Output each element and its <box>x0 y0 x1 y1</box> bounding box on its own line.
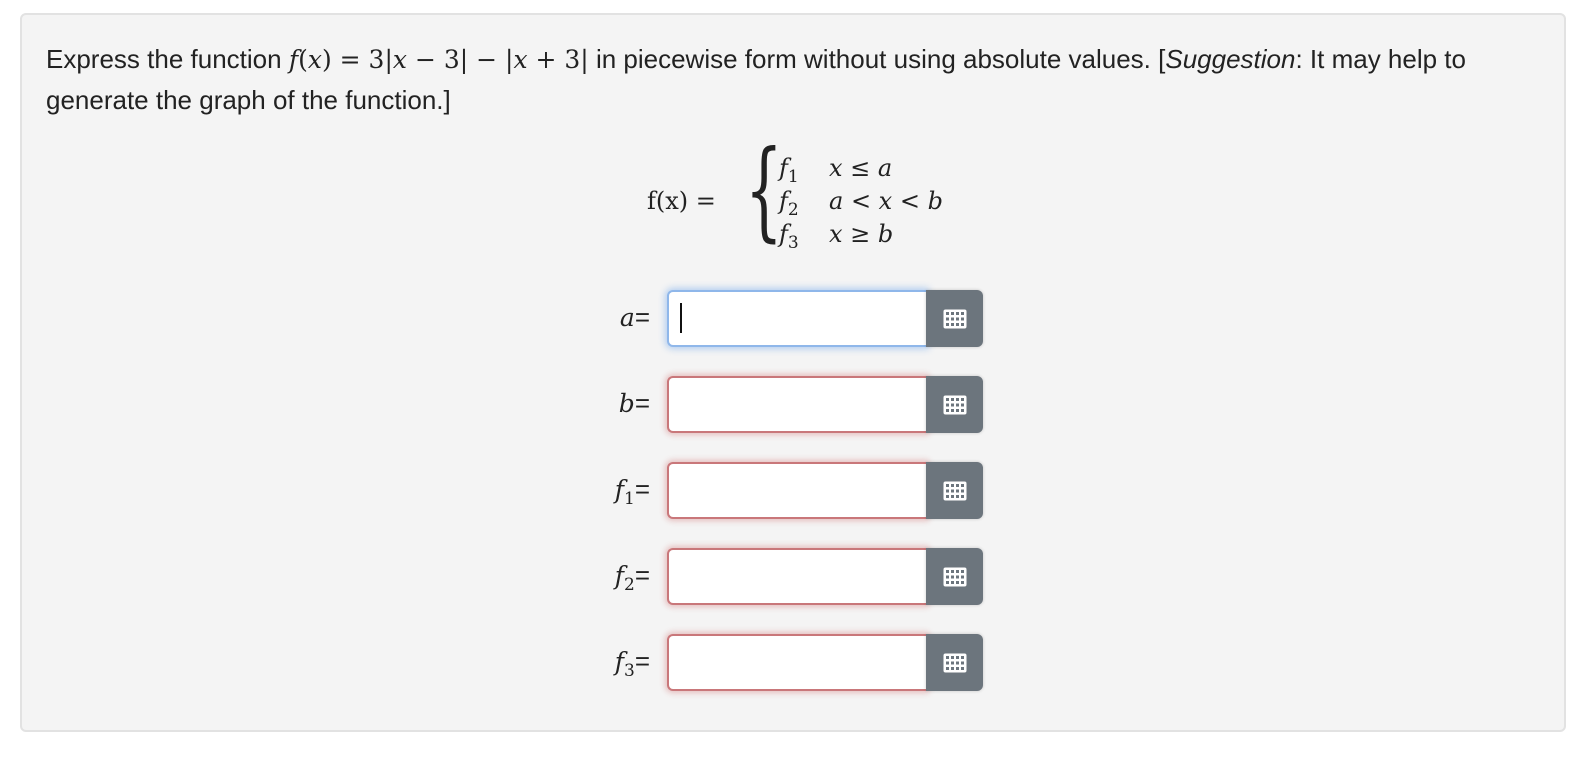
formula-mid2: + 3| <box>527 45 589 74</box>
math-keyboard-button-f3[interactable] <box>926 634 983 691</box>
piecewise-sub: 2 <box>787 199 799 220</box>
answer-input-f1[interactable] <box>667 462 927 519</box>
piecewise-row: f1 x ≤ a <box>779 154 893 187</box>
grid-keyboard-icon <box>943 653 966 672</box>
piecewise-fn: f <box>779 154 788 182</box>
field-row-a: a= <box>582 290 1002 350</box>
piecewise-cond: x ≥ b <box>829 220 894 248</box>
piecewise-cond: x ≤ a <box>829 154 893 182</box>
piecewise-lhs: f(x) = <box>647 187 716 215</box>
formula-x3: x <box>513 45 528 74</box>
field-row-f2: f2= <box>582 548 1002 608</box>
prompt-after: in piecewise form without using absolute… <box>588 44 1166 74</box>
answer-input-a[interactable] <box>667 290 927 347</box>
grid-keyboard-icon <box>943 309 966 328</box>
field-label-f3: f3= <box>614 646 650 681</box>
prompt-suggestion-word: Suggestion <box>1165 44 1296 74</box>
formula-x2: x <box>392 45 407 74</box>
text-caret <box>680 303 682 333</box>
field-label-f1: f1= <box>614 474 650 509</box>
piecewise-row: f3 x ≥ b <box>779 220 894 253</box>
piecewise-fn: f <box>779 187 788 215</box>
field-label-a: a= <box>619 302 650 332</box>
formula-x1: x <box>307 45 322 74</box>
prompt-intro: Express the function <box>46 44 282 74</box>
question-prompt: Express the function f(x) = 3|x − 3| − |… <box>46 39 1546 121</box>
piecewise-sub: 3 <box>787 232 799 253</box>
question-card: Express the function f(x) = 3|x − 3| − |… <box>20 13 1566 732</box>
formula-mid1: − 3| − | <box>407 45 514 74</box>
math-keyboard-button-b[interactable] <box>926 376 983 433</box>
answer-input-f3[interactable] <box>667 634 927 691</box>
piecewise-brace: { <box>745 128 783 253</box>
piecewise-fn: f <box>779 220 788 248</box>
formula-f: f <box>288 45 299 74</box>
answer-input-f2[interactable] <box>667 548 927 605</box>
grid-keyboard-icon <box>943 567 966 586</box>
piecewise-definition: f(x) = { f1 x ≤ a f2 a < x < b f3 x ≥ b <box>647 137 967 269</box>
math-keyboard-button-f2[interactable] <box>926 548 983 605</box>
grid-keyboard-icon <box>943 395 966 414</box>
piecewise-row: f2 a < x < b <box>779 187 943 220</box>
math-keyboard-button-a[interactable] <box>926 290 983 347</box>
prompt-formula: f(x) = 3|x − 3| − |x + 3| <box>288 45 589 74</box>
grid-keyboard-icon <box>943 481 966 500</box>
math-keyboard-button-f1[interactable] <box>926 462 983 519</box>
piecewise-sub: 1 <box>787 166 799 187</box>
answer-input-b[interactable] <box>667 376 927 433</box>
field-row-f3: f3= <box>582 634 1002 694</box>
formula-eq: = 3| <box>331 45 393 74</box>
field-row-f1: f1= <box>582 462 1002 522</box>
field-label-f2: f2= <box>614 560 650 595</box>
piecewise-cond: a < x < b <box>829 187 943 215</box>
field-label-b: b= <box>618 388 650 418</box>
field-row-b: b= <box>582 376 1002 436</box>
